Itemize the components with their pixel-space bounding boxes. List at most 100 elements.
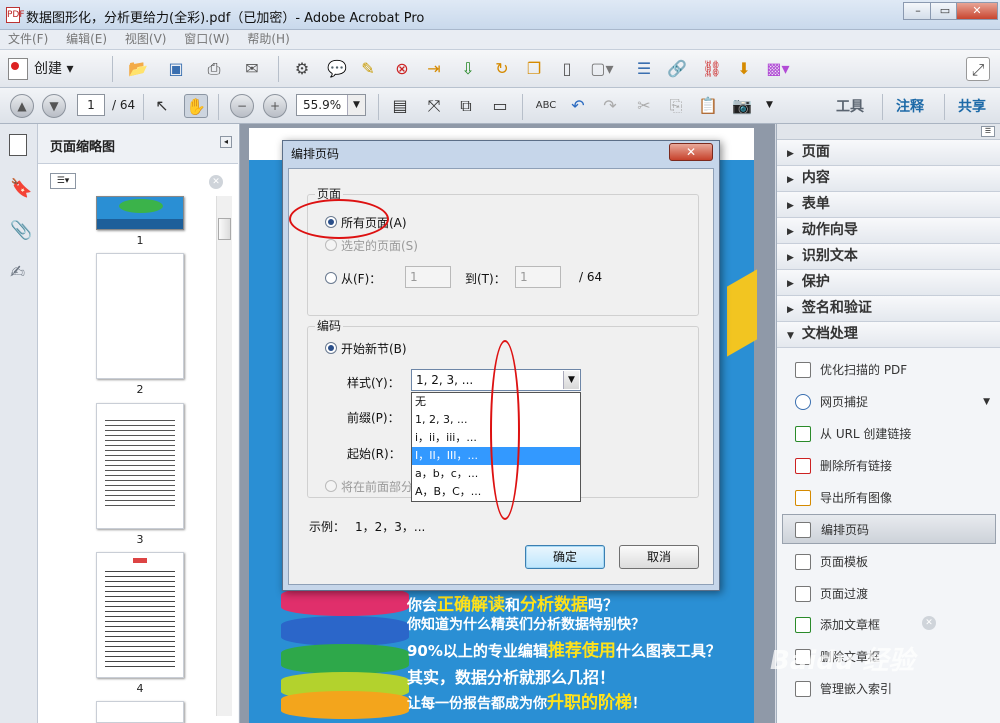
collapse-panel-icon[interactable]: ◂ [220, 136, 232, 148]
tool-manage-embedded-index[interactable]: 管理嵌入索引 [790, 674, 996, 704]
zoom-in-icon[interactable]: + [263, 94, 287, 118]
chevron-down-icon[interactable]: ▼ [766, 100, 773, 110]
delete-page-icon[interactable]: ⊗ [390, 57, 414, 81]
options-menu-icon[interactable]: ☰▾ [50, 173, 76, 189]
select-cursor-icon[interactable]: ↖ [150, 94, 174, 118]
bookmark-icon[interactable]: 🔖 [10, 178, 32, 199]
close-window-button[interactable]: ✕ [956, 2, 998, 20]
menu-window[interactable]: 窗口(W) [184, 30, 229, 49]
menu-help[interactable]: 帮助(H) [247, 30, 289, 49]
separator [143, 94, 144, 120]
tool-add-article-box[interactable]: 添加文章框 [790, 610, 996, 640]
email-icon[interactable]: ✉ [240, 57, 264, 81]
tool-label: 删除所有链接 [820, 459, 893, 473]
section-document-processing[interactable]: ▼ 文档处理 [777, 322, 1000, 348]
page-thumbnail-4[interactable] [96, 552, 184, 678]
spell-check-icon[interactable]: ABC [534, 94, 558, 118]
tool-page-transitions[interactable]: 页面过渡 [790, 579, 996, 609]
two-page-icon[interactable]: ⧉ [454, 94, 478, 118]
replace-page-icon[interactable]: ↻ [490, 57, 514, 81]
tool-export-all-images[interactable]: 导出所有图像 [790, 483, 996, 513]
menu-edit[interactable]: 编辑(E) [66, 30, 107, 49]
tool-page-templates[interactable]: 页面模板 [790, 547, 996, 577]
begin-new-section-label[interactable]: 开始新节(B) [341, 340, 407, 357]
remove-link-icon[interactable]: ⛓ [700, 57, 724, 81]
tools-link[interactable]: 工具 [836, 96, 864, 116]
previous-page-icon[interactable]: ▲ [10, 94, 34, 118]
fit-page-icon[interactable]: ▤ [388, 94, 412, 118]
begin-new-section-radio[interactable] [325, 342, 337, 354]
menu-file[interactable]: 文件(F) [8, 30, 48, 49]
panel-options-icon[interactable]: ☰ [981, 126, 995, 137]
zoom-input[interactable]: 55.9% ▼ [296, 94, 366, 116]
page-range-radio[interactable] [325, 272, 337, 284]
collapse-triangle-icon: ▼ [787, 331, 794, 341]
fit-width-icon[interactable]: ⤧ [422, 94, 446, 118]
settings-gear-icon[interactable]: ⚙ [290, 57, 314, 81]
insert-page-icon[interactable]: ⇥ [422, 57, 446, 81]
section-forms[interactable]: ▶ 表单 [777, 192, 1000, 218]
ok-button[interactable]: 确定 [525, 545, 605, 569]
share-link[interactable]: 共享 [958, 96, 986, 116]
tool-number-pages[interactable]: 编排页码 [782, 514, 996, 544]
highlight-icon[interactable]: ✎ [356, 57, 380, 81]
section-action-wizard[interactable]: ▶ 动作向导 [777, 218, 1000, 244]
color-icon[interactable]: ▩▾ [766, 57, 790, 81]
create-link-icon[interactable]: 🔗 [665, 57, 689, 81]
expand-icon[interactable]: ⤢ [966, 57, 990, 81]
comment-bubble-icon[interactable]: 💬 [325, 57, 349, 81]
page-number-input[interactable]: 1 [77, 94, 105, 116]
extract-page-icon[interactable]: ⇩ [456, 57, 480, 81]
tool-remove-all-links[interactable]: 删除所有链接 [790, 451, 996, 481]
section-protection[interactable]: ▶ 保护 [777, 270, 1000, 296]
snapshot-camera-icon[interactable]: 📷 [730, 94, 754, 118]
zoom-out-icon[interactable]: − [230, 94, 254, 118]
print-icon[interactable]: ⎙ [202, 57, 226, 81]
hand-tool-icon[interactable]: ✋ [184, 94, 208, 118]
from-page-input[interactable]: 1 [405, 266, 451, 288]
attachment-paperclip-icon[interactable]: 📎 [10, 220, 32, 241]
dialog-close-button[interactable]: ✕ [669, 143, 713, 161]
tool-optimize-scanned-pdf[interactable]: 优化扫描的 PDF [790, 355, 996, 385]
undo-icon[interactable]: ↶ [566, 94, 590, 118]
signature-icon[interactable]: ✍ [10, 262, 25, 283]
chevron-down-icon[interactable]: ▼ [347, 95, 365, 115]
page-thumbnail-3[interactable] [96, 403, 184, 529]
split-document-icon[interactable]: ❐ [522, 57, 546, 81]
page-thumbnail-2[interactable] [96, 253, 184, 379]
next-page-icon[interactable]: ▼ [42, 94, 66, 118]
section-pages[interactable]: ▶ 页面 [777, 140, 1000, 166]
tool-create-links-from-url[interactable]: 从 URL 创建链接 [790, 419, 996, 449]
close-panel-icon[interactable]: ✕ [209, 175, 223, 189]
section-content[interactable]: ▶ 内容 [777, 166, 1000, 192]
menu-view[interactable]: 视图(V) [125, 30, 167, 49]
section-label: 识别文本 [801, 248, 858, 264]
chevron-down-icon[interactable]: ▼ [563, 371, 579, 389]
section-label: 页面 [801, 144, 830, 160]
thumbnail-scrollbar[interactable] [216, 196, 232, 716]
save-icon[interactable]: ▣ [164, 57, 188, 81]
export-image-icon[interactable]: ⬇ [732, 57, 756, 81]
page-thumbnails-icon[interactable] [9, 134, 27, 156]
tool-web-capture[interactable]: 网页捕捉 ▼ [790, 387, 996, 417]
comment-link[interactable]: 注释 [896, 96, 924, 116]
create-button[interactable]: 创建 ▾ [8, 57, 98, 81]
scrollbar-thumb[interactable] [218, 218, 231, 240]
thumbnail-label: 3 [136, 533, 144, 546]
open-icon[interactable]: 📂 [126, 57, 150, 81]
page-template-icon [795, 554, 811, 570]
crop-page-icon[interactable]: ▯ [555, 57, 579, 81]
cancel-button[interactable]: 取消 [619, 545, 699, 569]
header-footer-icon[interactable]: ☰ [632, 57, 656, 81]
to-page-input[interactable]: 1 [515, 266, 561, 288]
close-icon[interactable]: ✕ [922, 616, 936, 630]
full-screen-icon[interactable]: ▭ [488, 94, 512, 118]
minimize-button[interactable]: – [903, 2, 933, 20]
page-thumbnail-5[interactable] [96, 701, 184, 723]
page-thumbnail-1[interactable] [96, 196, 184, 230]
chevron-down-icon[interactable]: ▼ [983, 387, 990, 417]
section-label: 签名和验证 [801, 300, 872, 316]
section-sign-certify[interactable]: ▶ 签名和验证 [777, 296, 1000, 322]
page-dropdown-icon[interactable]: ▢▾ [590, 57, 614, 81]
section-recognize-text[interactable]: ▶ 识别文本 [777, 244, 1000, 270]
